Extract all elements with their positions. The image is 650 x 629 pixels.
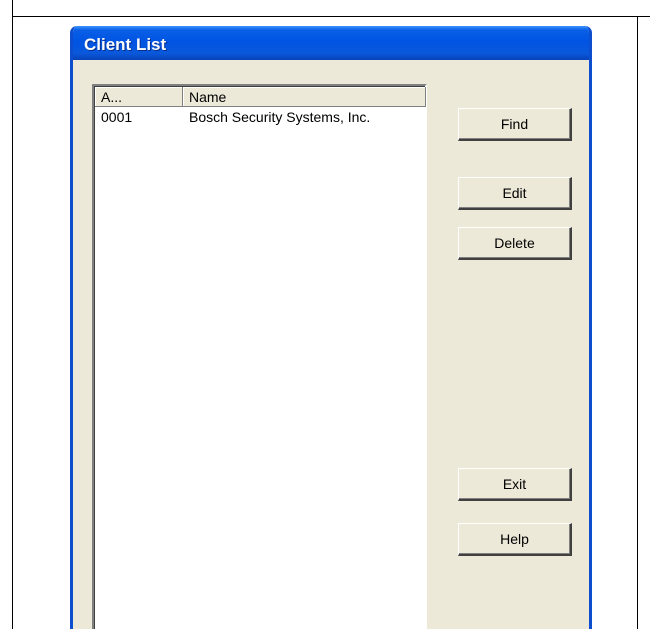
exit-button[interactable]: Exit xyxy=(458,468,572,501)
document-frame-left-rule xyxy=(12,0,13,629)
delete-button[interactable]: Delete xyxy=(458,227,572,260)
list-header: A... Name xyxy=(95,87,426,107)
document-frame-top-rule xyxy=(12,16,650,17)
help-button[interactable]: Help xyxy=(458,523,572,556)
title-bar[interactable]: Client List xyxy=(73,26,589,60)
find-button[interactable]: Find xyxy=(458,108,572,141)
document-frame-right-rule xyxy=(637,16,638,629)
client-list-dialog: Client List A... Name 0001 Bosch Securit… xyxy=(70,26,592,629)
client-list-view[interactable]: A... Name 0001 Bosch Security Systems, I… xyxy=(92,84,427,629)
column-header-name[interactable]: Name xyxy=(183,87,426,107)
list-item-name: Bosch Security Systems, Inc. xyxy=(189,109,371,125)
list-item[interactable]: 0001 Bosch Security Systems, Inc. xyxy=(95,108,426,126)
list-item-account: 0001 xyxy=(101,109,133,125)
window-title: Client List xyxy=(84,35,167,54)
edit-button[interactable]: Edit xyxy=(458,177,572,210)
column-header-account[interactable]: A... xyxy=(95,87,183,107)
